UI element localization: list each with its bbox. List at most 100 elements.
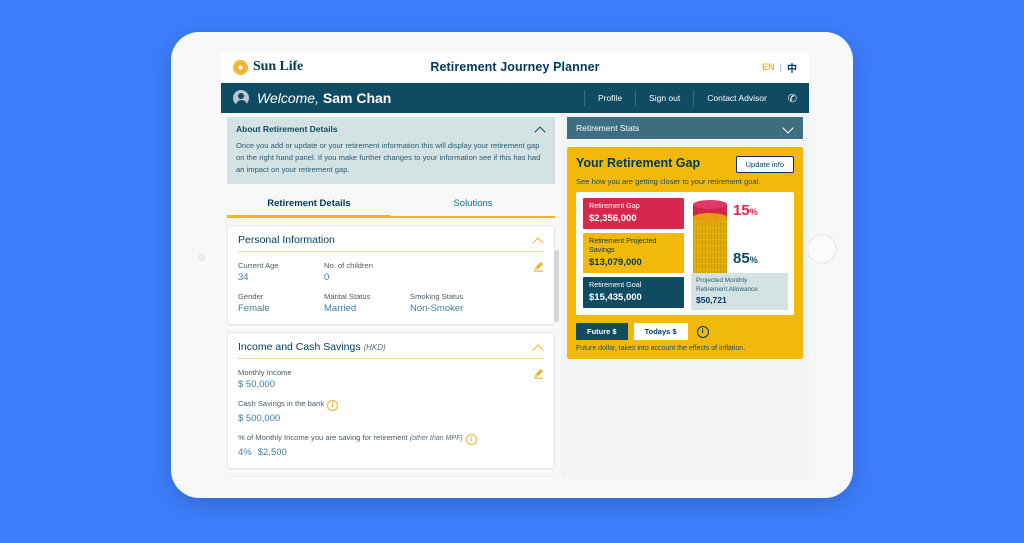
contact-advisor-link[interactable]: Contact Advisor [693, 90, 780, 106]
sign-out-link[interactable]: Sign out [635, 90, 693, 106]
field-label: No. of children [324, 261, 373, 271]
welcome-prefix: Welcome, [257, 90, 323, 106]
currency-toggle: Future $ Todays $ i [576, 323, 794, 341]
field-value: $ 50,000 [238, 379, 275, 391]
field-value: Non-Smoker [410, 303, 464, 315]
update-info-button[interactable]: Update info [735, 156, 794, 173]
profile-link[interactable]: Profile [583, 90, 635, 106]
language-switcher[interactable]: EN | 中 [762, 60, 797, 75]
field-monthly-income: Monthly Income $ 50,000 [238, 368, 544, 390]
right-panel: Retirement Stats Your Retirement Gap Upd… [561, 113, 809, 479]
lang-zh[interactable]: 中 [787, 60, 797, 75]
chevron-up-icon[interactable] [533, 342, 544, 353]
cash-savings-label-text: Cash Savings in the bank [238, 399, 325, 409]
about-header[interactable]: About Retirement Details [236, 124, 546, 135]
field-label: Current Age [238, 261, 279, 271]
lang-en[interactable]: EN [762, 62, 775, 72]
field-value: 34 [238, 272, 249, 284]
bar-retirement-gap: Retirement Gap $2,356,000 [583, 198, 684, 230]
field-label: Monthly Income [238, 368, 292, 378]
camera-icon [198, 254, 205, 261]
left-panel: About Retirement Details Once you add or… [221, 113, 561, 479]
user-name: Sam Chan [322, 90, 392, 106]
income-savings-header[interactable]: Income and Cash Savings (HKD) [238, 341, 544, 360]
income-savings-title: Income and Cash Savings (HKD) [238, 341, 386, 353]
scrollbar-thumb[interactable] [554, 250, 559, 323]
avatar-icon [233, 90, 249, 107]
bar-value: $2,356,000 [589, 213, 637, 225]
retirement-gap-header: Your Retirement Gap Update info [576, 156, 794, 173]
field-label: Gender [238, 292, 264, 302]
about-retirement-details-panel: About Retirement Details Once you add or… [227, 117, 555, 185]
bar-value: $13,079,000 [589, 256, 642, 268]
allowance-label-line2: Retirement Allowance [696, 285, 758, 293]
bar-label: Retirement Goal [589, 279, 642, 289]
field-smoking-status: Smoking Status Non-Smoker [410, 292, 496, 314]
coin-stack-chart: 15% 85% Projected Monthly Retirement All… [691, 198, 788, 311]
edit-personal-information-icon[interactable] [533, 261, 544, 273]
chevron-down-icon[interactable] [783, 123, 794, 134]
info-icon[interactable]: i [465, 434, 477, 446]
phone-icon[interactable]: ✆ [780, 92, 809, 105]
gap-percent: 15% [733, 202, 758, 219]
app-screen: Sun Life Retirement Journey Planner EN |… [221, 51, 809, 479]
details-scroll-area[interactable]: Personal Information Current Age 34 No. … [221, 218, 561, 479]
bar-label: Retirement Projected Savings [589, 236, 657, 254]
field-label: Cash Savings in the bank i [238, 399, 544, 412]
sun-icon [233, 59, 248, 75]
income-savings-title-text: Income and Cash Savings [238, 341, 361, 354]
tab-retirement-details[interactable]: Retirement Details [227, 193, 391, 219]
personal-information-title: Personal Information [238, 234, 335, 247]
monthly-income-row: Monthly Income $ 50,000 [238, 368, 544, 390]
sun-life-logo[interactable]: Sun Life [233, 59, 303, 75]
field-savings-percent: % of Monthly Income you are saving for r… [238, 433, 544, 458]
personal-info-row-1: Current Age 34 No. of children 0 [238, 261, 544, 283]
savings-amount-value: $2,500 [257, 447, 287, 459]
scrollbar-track[interactable] [554, 232, 560, 479]
personal-information-header[interactable]: Personal Information [238, 234, 544, 253]
welcome-bar-actions: Profile Sign out Contact Advisor ✆ [583, 83, 809, 113]
retirement-gap-card: Your Retirement Gap Update info See how … [567, 147, 803, 360]
cash-savings-row: Cash Savings in the bank i $ 500,000 [238, 399, 544, 424]
toggle-future-dollars[interactable]: Future $ [576, 323, 628, 341]
coin-savings-segment [693, 217, 727, 281]
savings-percent-value: 4% [238, 447, 252, 459]
field-value: $ 500,000 [238, 413, 281, 425]
personal-info-row-2: Gender Female Marital Status Married Smo… [238, 292, 544, 314]
tab-solutions[interactable]: Solutions [391, 193, 555, 216]
chevron-up-icon[interactable] [533, 235, 544, 246]
coin-top-cap [693, 200, 727, 209]
bar-retirement-projected-savings: Retirement Projected Savings $13,079,000 [583, 233, 684, 273]
field-gender: Gender Female [238, 292, 324, 314]
chevron-up-icon[interactable] [535, 124, 546, 135]
info-icon[interactable]: i [327, 400, 339, 412]
field-value: Married [324, 303, 357, 315]
tablet-device: Sun Life Retirement Journey Planner EN |… [171, 32, 853, 498]
home-button[interactable] [807, 234, 837, 264]
retirement-gap-subtitle: See how you are getting closer to your r… [576, 177, 761, 186]
field-current-age: Current Age 34 [238, 261, 324, 283]
tab-bar: Retirement Details Solutions [227, 193, 555, 219]
toggle-todays-dollars[interactable]: Todays $ [633, 323, 688, 341]
bar-label: Retirement Gap [589, 201, 640, 210]
allowance-label-line1: Projected Monthly [696, 277, 748, 285]
info-icon[interactable]: i [696, 325, 709, 338]
welcome-greeting: Welcome, Sam Chan [257, 90, 391, 106]
about-description: Once you add or update or your retiremen… [236, 141, 541, 174]
income-and-cash-savings-card: Income and Cash Savings (HKD) Monthly In… [227, 332, 555, 470]
field-label: Smoking Status [410, 292, 464, 302]
edit-income-savings-icon[interactable] [533, 368, 544, 380]
savings-percent-value: 85 [733, 250, 750, 267]
bar-value: $15,435,000 [589, 292, 642, 304]
next-card-peek[interactable] [227, 476, 555, 479]
field-cash-savings: Cash Savings in the bank i $ 500,000 [238, 399, 544, 424]
field-label: Marital Status [324, 292, 371, 302]
allowance-value: $50,721 [696, 295, 727, 306]
retirement-gap-chart: Retirement Gap $2,356,000 Retirement Pro… [576, 192, 794, 316]
savings-percent-label-text: % of Monthly Income you are saving for r… [238, 433, 408, 443]
field-value: 0 [324, 272, 330, 284]
gap-percent-value: 15 [733, 202, 750, 219]
retirement-stats-header[interactable]: Retirement Stats [567, 117, 803, 139]
income-savings-currency: (HKD) [363, 343, 386, 353]
savings-percent: 85% [733, 250, 758, 267]
